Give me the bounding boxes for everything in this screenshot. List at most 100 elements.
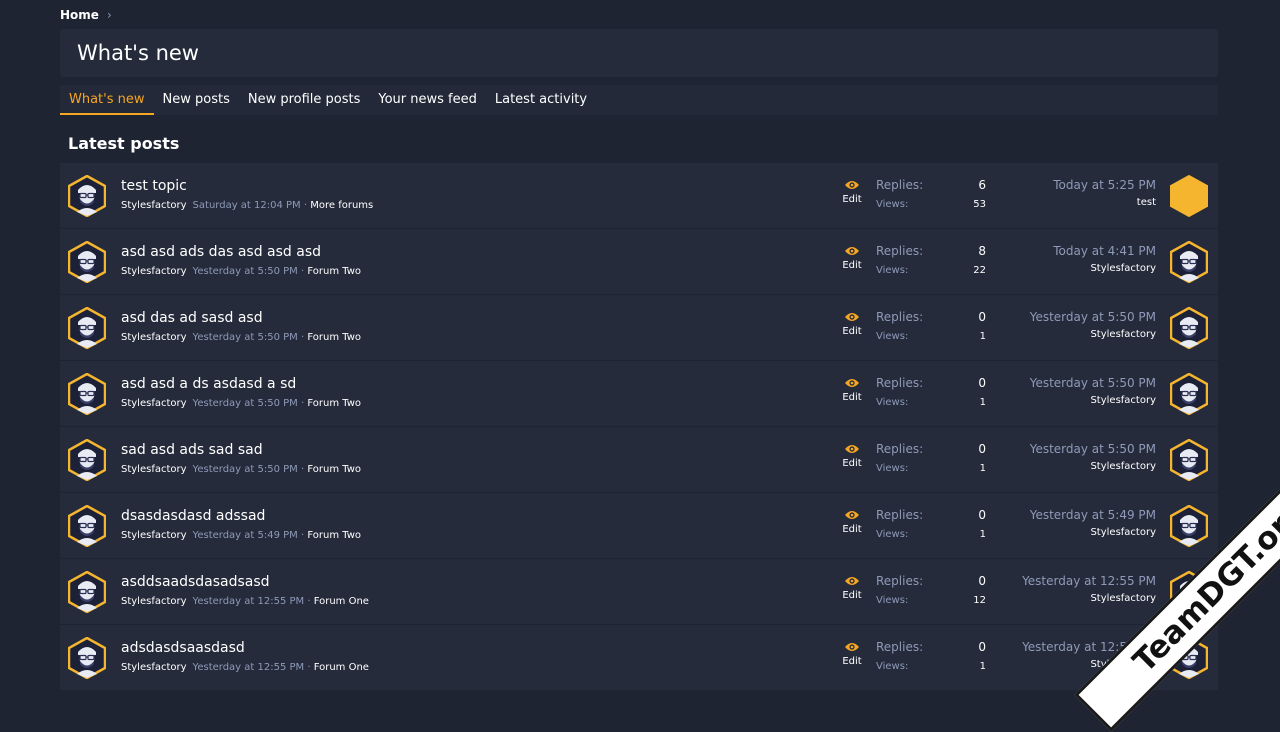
eye-icon[interactable] (844, 443, 860, 455)
last-post-user-link[interactable]: Stylesfactory (1030, 395, 1156, 406)
thread-forum-link[interactable]: Forum One (314, 596, 369, 607)
user-avatar-icon[interactable] (67, 174, 107, 218)
thread-date[interactable]: Yesterday at 12:55 PM (193, 662, 305, 673)
last-post-date-link[interactable]: Today at 5:25 PM (1053, 178, 1156, 192)
replies-count: 6 (978, 178, 986, 192)
last-post-info: Yesterday at 5:49 PM Stylesfactory (1030, 508, 1156, 538)
user-avatar-icon[interactable] (67, 504, 107, 548)
author-avatar[interactable] (67, 306, 107, 350)
tab-whats-new[interactable]: What's new (60, 85, 154, 115)
thread-title-link[interactable]: adsdasdsaasdasd (121, 640, 245, 656)
last-poster-avatar[interactable] (1169, 438, 1209, 482)
thread-date[interactable]: Yesterday at 5:50 PM (193, 266, 298, 277)
tab-your-news-feed[interactable]: Your news feed (369, 85, 485, 115)
thread-date[interactable]: Yesterday at 12:55 PM (193, 596, 305, 607)
thread-title-link[interactable]: asddsaadsdasadsasd (121, 574, 270, 590)
last-poster-avatar[interactable] (1169, 240, 1209, 284)
user-avatar-icon[interactable] (67, 570, 107, 614)
tab-new-profile-posts[interactable]: New profile posts (239, 85, 370, 115)
last-post-date-link[interactable]: Yesterday at 5:50 PM (1030, 442, 1156, 456)
thread-date[interactable]: Yesterday at 5:50 PM (193, 398, 298, 409)
last-post-user-link[interactable]: Stylesfactory (1030, 329, 1156, 340)
last-post-user-link[interactable]: Stylesfactory (1022, 593, 1156, 604)
eye-icon[interactable] (844, 575, 860, 587)
eye-icon[interactable] (844, 509, 860, 521)
last-post-user-link[interactable]: Stylesfactory (1030, 527, 1156, 538)
last-post-date-link[interactable]: Today at 4:41 PM (1053, 244, 1156, 258)
eye-icon[interactable] (844, 641, 860, 653)
user-avatar-icon[interactable] (67, 636, 107, 680)
last-post-user-link[interactable]: Stylesfactory (1053, 263, 1156, 274)
tab-latest-activity[interactable]: Latest activity (486, 85, 596, 115)
thread-author-link[interactable]: Stylesfactory (121, 200, 187, 211)
edit-link[interactable]: Edit (840, 524, 864, 535)
thread-date[interactable]: Yesterday at 5:50 PM (193, 464, 298, 475)
author-avatar[interactable] (67, 636, 107, 680)
author-avatar[interactable] (67, 174, 107, 218)
thread-author-link[interactable]: Stylesfactory (121, 266, 187, 277)
edit-link[interactable]: Edit (840, 260, 864, 271)
thread-title-link[interactable]: asd asd a ds asdasd a sd (121, 376, 296, 392)
edit-link[interactable]: Edit (840, 458, 864, 469)
last-post-date-link[interactable]: Yesterday at 5:50 PM (1030, 310, 1156, 324)
user-avatar-icon[interactable] (1169, 504, 1209, 548)
last-post-date-link[interactable]: Yesterday at 5:49 PM (1030, 508, 1156, 522)
thread-forum-link[interactable]: Forum Two (307, 464, 361, 475)
last-poster-avatar[interactable] (1169, 504, 1209, 548)
thread-forum-link[interactable]: Forum Two (307, 530, 361, 541)
thread-forum-link[interactable]: Forum Two (307, 398, 361, 409)
last-post-info: Today at 5:25 PM test (1053, 178, 1156, 208)
user-avatar-icon[interactable] (67, 240, 107, 284)
author-avatar[interactable] (67, 372, 107, 416)
last-poster-avatar[interactable] (1170, 174, 1208, 218)
watch-control: Edit (840, 575, 864, 601)
thread-title-link[interactable]: dsasdasdasd adssad (121, 508, 265, 524)
thread-date[interactable]: Saturday at 12:04 PM (193, 200, 301, 211)
user-avatar-icon[interactable] (67, 438, 107, 482)
edit-link[interactable]: Edit (840, 656, 864, 667)
thread-title-link[interactable]: test topic (121, 178, 187, 194)
last-post-date-link[interactable]: Yesterday at 12:55 PM (1022, 574, 1156, 588)
thread-title-link[interactable]: sad asd ads sad sad (121, 442, 263, 458)
edit-link[interactable]: Edit (840, 326, 864, 337)
thread-author-link[interactable]: Stylesfactory (121, 398, 187, 409)
author-avatar[interactable] (67, 438, 107, 482)
user-avatar-icon[interactable] (1169, 306, 1209, 350)
last-poster-avatar[interactable] (1169, 306, 1209, 350)
last-post-user-link[interactable]: test (1053, 197, 1156, 208)
last-poster-avatar[interactable] (1169, 372, 1209, 416)
thread-author-link[interactable]: Stylesfactory (121, 464, 187, 475)
author-avatar[interactable] (67, 240, 107, 284)
thread-forum-link[interactable]: Forum Two (307, 266, 361, 277)
author-avatar[interactable] (67, 504, 107, 548)
edit-link[interactable]: Edit (840, 194, 864, 205)
user-avatar-icon[interactable] (67, 372, 107, 416)
thread-author-link[interactable]: Stylesfactory (121, 596, 187, 607)
last-post-date-link[interactable]: Yesterday at 5:50 PM (1030, 376, 1156, 390)
thread-forum-link[interactable]: Forum Two (307, 332, 361, 343)
user-avatar-icon[interactable] (67, 306, 107, 350)
thread-title-link[interactable]: asd das ad sasd asd (121, 310, 263, 326)
user-avatar-icon[interactable] (1169, 438, 1209, 482)
user-avatar-icon[interactable] (1169, 372, 1209, 416)
thread-author-link[interactable]: Stylesfactory (121, 662, 187, 673)
eye-icon[interactable] (844, 377, 860, 389)
last-post-user-link[interactable]: Stylesfactory (1030, 461, 1156, 472)
thread-date[interactable]: Yesterday at 5:49 PM (193, 530, 298, 541)
breadcrumb-home-link[interactable]: Home (60, 8, 99, 22)
thread-forum-link[interactable]: More forums (310, 200, 373, 211)
eye-icon[interactable] (844, 245, 860, 257)
thread-author-link[interactable]: Stylesfactory (121, 530, 187, 541)
edit-link[interactable]: Edit (840, 590, 864, 601)
thread-date[interactable]: Yesterday at 5:50 PM (193, 332, 298, 343)
author-avatar[interactable] (67, 570, 107, 614)
thread-forum-link[interactable]: Forum One (314, 662, 369, 673)
edit-link[interactable]: Edit (840, 392, 864, 403)
eye-icon[interactable] (844, 311, 860, 323)
eye-icon[interactable] (844, 179, 860, 191)
thread-author-link[interactable]: Stylesfactory (121, 332, 187, 343)
default-avatar-icon[interactable] (1170, 174, 1208, 218)
user-avatar-icon[interactable] (1169, 240, 1209, 284)
thread-title-link[interactable]: asd asd ads das asd asd asd (121, 244, 321, 260)
tab-new-posts[interactable]: New posts (154, 85, 239, 115)
